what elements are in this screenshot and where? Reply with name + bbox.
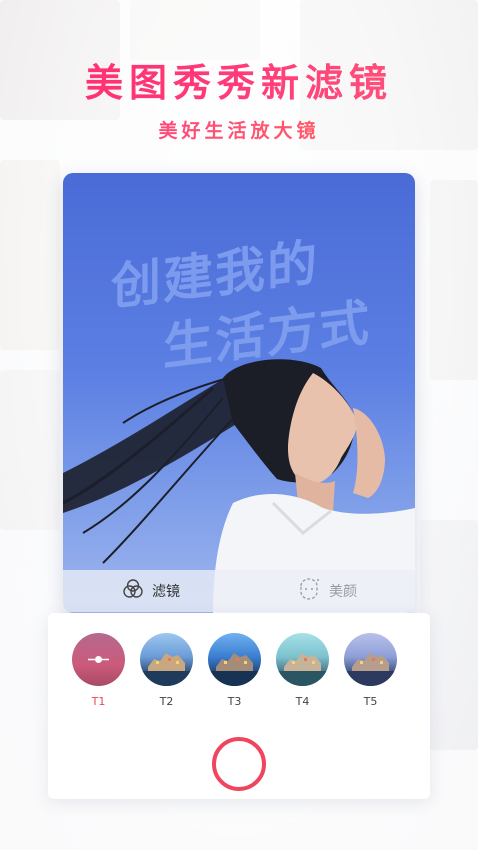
filter-item-t3[interactable]: T3 — [208, 633, 261, 708]
face-beauty-icon — [297, 578, 321, 604]
portrait-illustration — [63, 359, 415, 613]
filter-label: T3 — [227, 695, 242, 708]
filter-thumbnail[interactable] — [344, 633, 397, 686]
filter-label: T1 — [91, 695, 106, 708]
filter-item-t1[interactable]: T1 — [72, 633, 125, 708]
tab-beauty-label: 美颜 — [329, 584, 357, 600]
filter-item-t5[interactable]: T5 — [344, 633, 397, 708]
shutter-button[interactable] — [212, 737, 266, 791]
filter-panel: T1 T2 T3 T4 T5 — [48, 613, 430, 799]
filter-label: T4 — [295, 695, 310, 708]
filter-circles-icon — [122, 578, 144, 604]
tab-filter[interactable]: 滤镜 — [63, 570, 239, 612]
filter-list: T1 T2 T3 T4 T5 — [72, 633, 397, 708]
photo-preview: 创建我的 生活方式 — [63, 173, 415, 613]
tab-filter-label: 滤镜 — [152, 584, 180, 600]
filter-label: T5 — [363, 695, 378, 708]
adjust-slider-icon — [88, 656, 109, 663]
promo-subtitle: 美好生活放大镜 — [0, 116, 478, 143]
coastal-town-image — [208, 653, 261, 686]
filter-thumbnail[interactable] — [276, 633, 329, 686]
promo-title: 美图秀秀新滤镜 — [0, 52, 478, 107]
tab-beauty[interactable]: 美颜 — [239, 570, 415, 612]
coastal-town-image — [140, 653, 193, 686]
filter-item-t4[interactable]: T4 — [276, 633, 329, 708]
mode-tab-bar: 滤镜 美颜 — [63, 570, 415, 612]
filter-thumbnail[interactable] — [72, 633, 125, 686]
filter-thumbnail[interactable] — [208, 633, 261, 686]
filter-item-t2[interactable]: T2 — [140, 633, 193, 708]
coastal-town-image — [344, 653, 397, 686]
filter-label: T2 — [159, 695, 174, 708]
coastal-town-image — [276, 653, 329, 686]
filter-thumbnail[interactable] — [140, 633, 193, 686]
